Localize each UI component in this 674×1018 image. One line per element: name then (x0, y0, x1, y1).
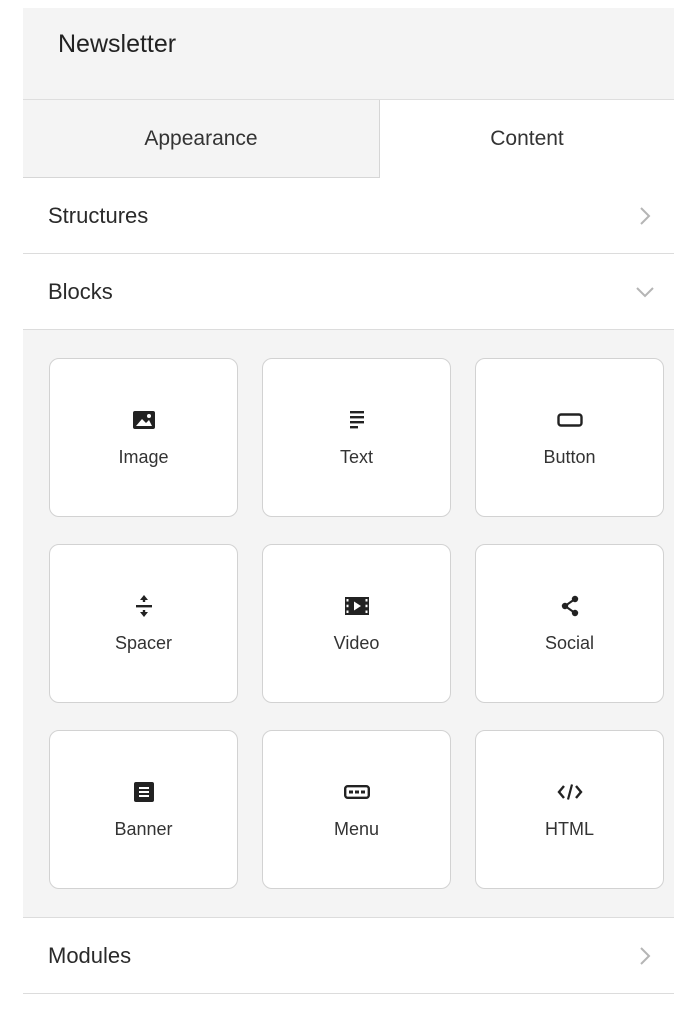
video-icon (342, 593, 372, 619)
block-image[interactable]: Image (49, 358, 238, 517)
chevron-down-icon (634, 281, 656, 303)
tab-appearance-label: Appearance (144, 126, 258, 150)
section-structures[interactable]: Structures (23, 178, 674, 254)
block-label: Video (333, 633, 380, 653)
block-label: Spacer (114, 633, 173, 653)
blocks-panel: Image Text Button Spacer Video Social Ba… (23, 330, 674, 918)
block-label: Social (544, 633, 595, 653)
block-label: Banner (114, 819, 173, 839)
blocks-grid: Image Text Button Spacer Video Social Ba… (49, 358, 664, 889)
tab-appearance[interactable]: Appearance (23, 100, 380, 178)
block-text[interactable]: Text (262, 358, 451, 517)
code-icon (555, 779, 585, 805)
block-spacer[interactable]: Spacer (49, 544, 238, 703)
block-label: Image (118, 447, 169, 467)
section-blocks[interactable]: Blocks (23, 254, 674, 330)
block-menu[interactable]: Menu (262, 730, 451, 889)
image-icon (129, 407, 159, 433)
button-icon (555, 407, 585, 433)
block-video[interactable]: Video (262, 544, 451, 703)
tab-bar: Appearance Content (23, 100, 674, 178)
block-html[interactable]: HTML (475, 730, 664, 889)
block-button[interactable]: Button (475, 358, 664, 517)
share-icon (555, 593, 585, 619)
chevron-right-icon (634, 945, 656, 967)
block-label: Button (543, 447, 596, 467)
tab-content-label: Content (490, 127, 564, 150)
block-social[interactable]: Social (475, 544, 664, 703)
block-banner[interactable]: Banner (49, 730, 238, 889)
panel-header: Newsletter (23, 8, 674, 100)
section-blocks-title: Blocks (48, 278, 113, 304)
chevron-right-icon (634, 205, 656, 227)
tab-content[interactable]: Content (380, 100, 674, 178)
editor-side-panel: Newsletter Appearance Content Structures… (23, 8, 674, 1018)
block-label: Text (339, 447, 373, 467)
spacer-icon (129, 593, 159, 619)
banner-icon (129, 779, 159, 805)
section-modules[interactable]: Modules (23, 918, 674, 994)
text-icon (342, 407, 372, 433)
panel-title: Newsletter (58, 30, 177, 58)
section-structures-title: Structures (48, 202, 149, 228)
block-label: Menu (333, 819, 380, 839)
section-modules-title: Modules (48, 942, 132, 968)
block-label: HTML (545, 819, 594, 839)
menu-icon (342, 779, 372, 805)
